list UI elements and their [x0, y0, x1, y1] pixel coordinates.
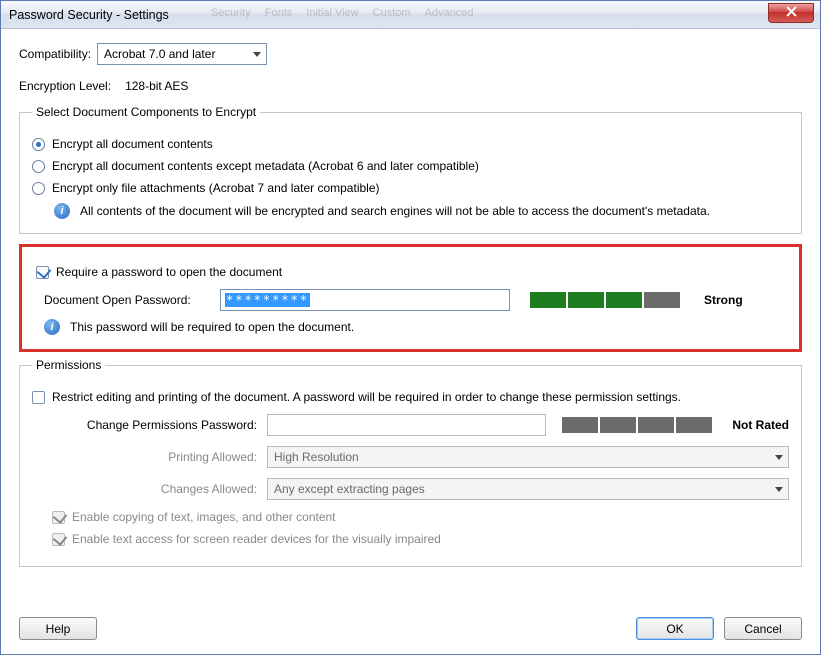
- open-password-input[interactable]: *********: [220, 289, 510, 311]
- enable-copying-row: Enable copying of text, images, and othe…: [52, 510, 789, 524]
- permissions-group: Permissions Restrict editing and printin…: [19, 358, 802, 567]
- dialog-content: Compatibility: Acrobat 7.0 and later Enc…: [1, 29, 820, 654]
- printing-allowed-label: Printing Allowed:: [32, 450, 257, 464]
- strength-seg: [530, 292, 566, 308]
- ok-label: OK: [666, 622, 683, 636]
- close-button[interactable]: [768, 3, 814, 23]
- enable-screenreader-label: Enable text access for screen reader dev…: [72, 532, 441, 546]
- permissions-legend: Permissions: [32, 358, 105, 372]
- open-password-label: Document Open Password:: [44, 293, 210, 307]
- bg-tab: Initial View: [306, 7, 358, 19]
- dialog-window: Password Security - Settings Security Fo…: [0, 0, 821, 655]
- strength-seg: [562, 417, 598, 433]
- enable-screenreader-row: Enable text access for screen reader dev…: [52, 532, 789, 546]
- encrypt-components-group: Select Document Components to Encrypt En…: [19, 105, 802, 234]
- radio-attachments-label: Encrypt only file attachments (Acrobat 7…: [52, 181, 380, 195]
- radio-except-meta-row: Encrypt all document contents except met…: [32, 159, 789, 173]
- compatibility-label: Compatibility:: [19, 47, 91, 61]
- changes-allowed-value: Any except extracting pages: [274, 482, 425, 496]
- radio-except-meta-label: Encrypt all document contents except met…: [52, 159, 479, 173]
- help-button[interactable]: Help: [19, 617, 97, 640]
- encrypt-legend: Select Document Components to Encrypt: [32, 105, 260, 119]
- radio-all-contents-row: Encrypt all document contents: [32, 137, 789, 151]
- open-password-info-text: This password will be required to open t…: [70, 320, 354, 334]
- radio-except-meta[interactable]: [32, 160, 45, 173]
- open-password-info-row: i This password will be required to open…: [44, 319, 785, 335]
- strength-seg: [600, 417, 636, 433]
- compatibility-value: Acrobat 7.0 and later: [104, 47, 215, 61]
- cancel-label: Cancel: [744, 622, 781, 636]
- strength-seg: [568, 292, 604, 308]
- radio-attachments-row: Encrypt only file attachments (Acrobat 7…: [32, 181, 789, 195]
- changes-allowed-row: Changes Allowed: Any except extracting p…: [32, 478, 789, 500]
- help-label: Help: [46, 622, 71, 636]
- cancel-button[interactable]: Cancel: [724, 617, 802, 640]
- bg-tab: Fonts: [265, 7, 293, 19]
- encryption-label: Encryption Level:: [19, 79, 111, 93]
- radio-all-label: Encrypt all document contents: [52, 137, 213, 151]
- strength-seg: [644, 292, 680, 308]
- compatibility-select[interactable]: Acrobat 7.0 and later: [97, 43, 267, 65]
- change-permissions-strength-label: Not Rated: [732, 418, 789, 432]
- strength-seg: [638, 417, 674, 433]
- radio-all-contents[interactable]: [32, 138, 45, 151]
- open-password-strength-label: Strong: [704, 293, 743, 307]
- restrict-editing-label: Restrict editing and printing of the doc…: [52, 390, 681, 404]
- background-tabs: Security Fonts Initial View Custom Advan…: [211, 7, 474, 19]
- dialog-footer: Help OK Cancel: [19, 607, 802, 640]
- strength-seg: [676, 417, 712, 433]
- info-icon: i: [54, 203, 70, 219]
- enable-screenreader-checkbox: [52, 533, 65, 546]
- require-password-row: Require a password to open the document: [36, 265, 785, 279]
- change-permissions-password-row: Change Permissions Password: Not Rated: [32, 414, 789, 436]
- encryption-row: Encryption Level: 128-bit AES: [19, 79, 802, 93]
- window-title: Password Security - Settings: [9, 8, 169, 22]
- restrict-editing-checkbox[interactable]: [32, 391, 45, 404]
- encryption-value: 128-bit AES: [125, 79, 188, 93]
- change-permissions-password-input[interactable]: [267, 414, 546, 436]
- strength-seg: [606, 292, 642, 308]
- enable-copying-checkbox: [52, 511, 65, 524]
- restrict-editing-row: Restrict editing and printing of the doc…: [32, 390, 789, 404]
- printing-allowed-row: Printing Allowed: High Resolution: [32, 446, 789, 468]
- encrypt-info-text: All contents of the document will be enc…: [80, 204, 710, 218]
- open-password-section: Require a password to open the document …: [19, 244, 802, 352]
- document-open-password-row: Document Open Password: ********* Strong: [44, 289, 785, 311]
- close-icon: [786, 6, 797, 20]
- bg-tab: Advanced: [425, 7, 474, 19]
- bg-tab: Custom: [373, 7, 411, 19]
- titlebar: Password Security - Settings Security Fo…: [1, 1, 820, 29]
- require-password-label: Require a password to open the document: [56, 265, 282, 279]
- printing-allowed-select: High Resolution: [267, 446, 789, 468]
- compatibility-row: Compatibility: Acrobat 7.0 and later: [19, 43, 802, 65]
- change-permissions-password-label: Change Permissions Password:: [32, 418, 257, 432]
- open-password-value: *********: [225, 293, 310, 307]
- ok-button[interactable]: OK: [636, 617, 714, 640]
- info-icon: i: [44, 319, 60, 335]
- changes-allowed-select: Any except extracting pages: [267, 478, 789, 500]
- open-password-strength-meter: [530, 292, 680, 308]
- change-permissions-strength-meter: [562, 417, 712, 433]
- enable-copying-label: Enable copying of text, images, and othe…: [72, 510, 336, 524]
- encrypt-info-row: i All contents of the document will be e…: [54, 203, 789, 219]
- bg-tab: Security: [211, 7, 251, 19]
- radio-attachments[interactable]: [32, 182, 45, 195]
- require-password-checkbox[interactable]: [36, 266, 49, 279]
- printing-allowed-value: High Resolution: [274, 450, 359, 464]
- changes-allowed-label: Changes Allowed:: [32, 482, 257, 496]
